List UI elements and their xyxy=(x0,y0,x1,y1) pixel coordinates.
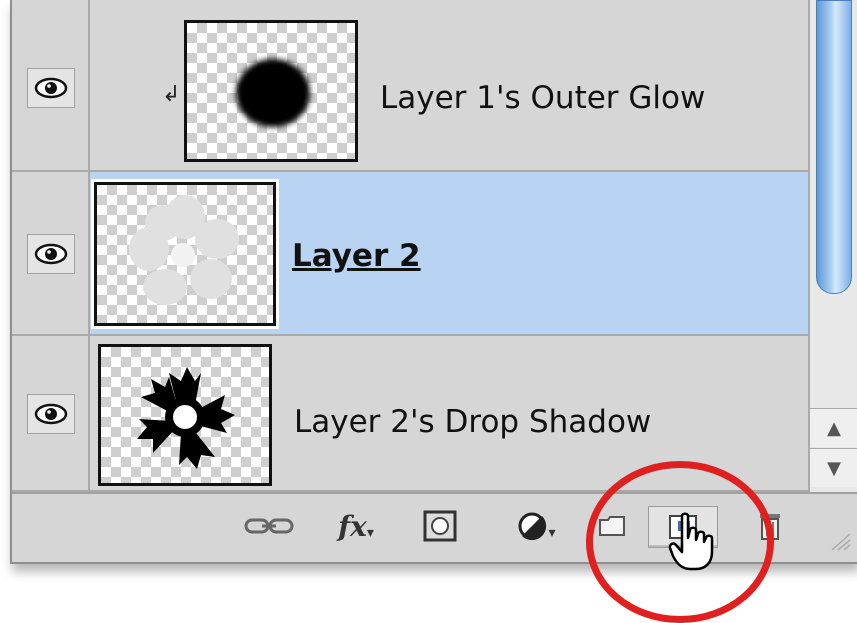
resize-grip-icon[interactable] xyxy=(828,532,852,556)
layer-name[interactable]: Layer 2's Drop Shadow xyxy=(294,404,651,440)
eye-icon[interactable] xyxy=(27,234,75,274)
visibility-cell xyxy=(12,172,90,334)
scroll-up-icon[interactable]: ▲ xyxy=(810,408,857,447)
layer-row-outer-glow[interactable]: ↲ Layer 1's Outer Glow xyxy=(12,0,808,172)
visibility-cell xyxy=(12,0,90,170)
link-layers-icon[interactable] xyxy=(240,506,298,546)
layers-list: ↲ Layer 1's Outer Glow Layer 2 Layer 2's… xyxy=(12,0,808,492)
layer-name[interactable]: Layer 2 xyxy=(292,238,421,274)
layer-thumbnail-drop-shadow xyxy=(98,344,272,486)
layer-thumbnail-outer-glow xyxy=(184,20,358,162)
scroll-down-icon[interactable]: ▼ xyxy=(810,448,857,487)
clipping-arrow-icon: ↲ xyxy=(162,82,181,107)
layer-thumbnail-layer-2 xyxy=(94,182,276,326)
scroll-thumb[interactable] xyxy=(816,0,852,294)
adjustment-layer-icon[interactable]: ▾ xyxy=(506,506,566,546)
hand-cursor-icon xyxy=(668,512,714,576)
layer-row-layer-2[interactable]: Layer 2 xyxy=(12,172,808,336)
eye-icon[interactable] xyxy=(27,68,75,108)
fx-icon[interactable]: fx ▾ xyxy=(330,506,382,546)
eye-icon[interactable] xyxy=(27,394,75,434)
layer-mask-icon[interactable] xyxy=(418,506,462,546)
layer-name[interactable]: Layer 1's Outer Glow xyxy=(380,80,705,116)
visibility-cell xyxy=(12,336,90,490)
layers-scrollbar[interactable]: ▲ ▼ xyxy=(808,0,857,492)
